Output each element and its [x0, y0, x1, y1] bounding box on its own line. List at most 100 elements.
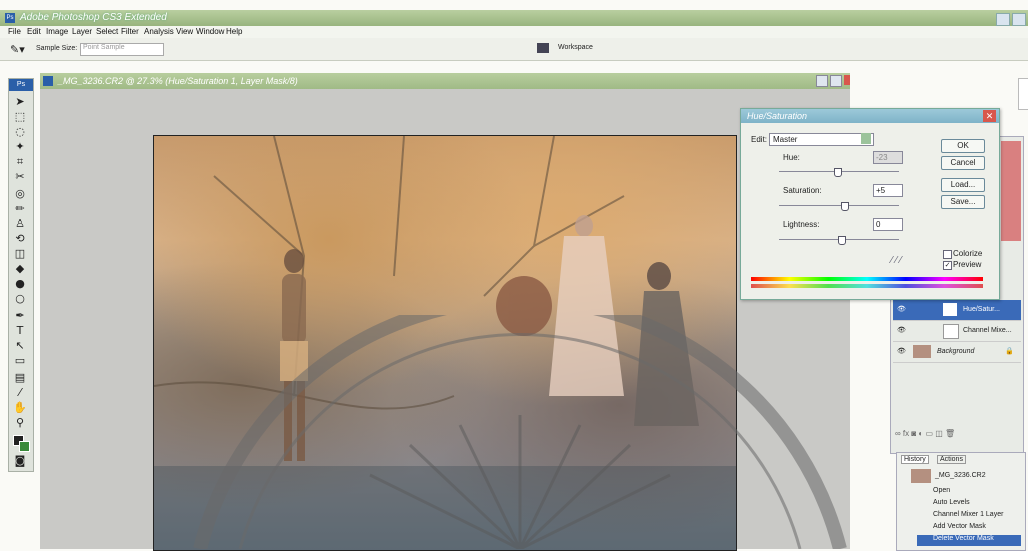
workspace-icon	[537, 43, 549, 53]
notes-tool-icon[interactable]: ▤	[12, 371, 28, 384]
minimize-button[interactable]	[996, 13, 1010, 26]
shape-tool-icon[interactable]: ▭	[12, 354, 28, 367]
document-title-bar: _MG_3236.CR2 @ 27.3% (Hue/Saturation 1, …	[40, 73, 850, 89]
doc-maximize-button[interactable]	[830, 75, 842, 87]
preview-checkbox[interactable]: ✓	[943, 261, 952, 270]
history-item[interactable]: Open	[917, 487, 1021, 498]
magic-wand-tool-icon[interactable]: ✦	[12, 140, 28, 153]
photoshop-logo: Ps	[9, 79, 33, 91]
document-title: _MG_3236.CR2 @ 27.3% (Hue/Saturation 1, …	[58, 76, 298, 86]
pen-tool-icon[interactable]: ✒	[12, 309, 28, 322]
quick-mask-icon[interactable]: ◙	[12, 454, 28, 467]
path-selection-icon[interactable]: ↖	[12, 339, 28, 352]
menu-edit[interactable]: Edit	[27, 27, 41, 36]
watermark-seal	[193, 315, 847, 549]
cancel-button[interactable]: Cancel	[941, 156, 985, 170]
layers-panel-footer-icons[interactable]: ∞ fx ◙ ◐ ▭ ◫ 🗑	[895, 429, 955, 438]
menu-filter[interactable]: Filter	[121, 27, 139, 36]
hand-tool-icon[interactable]: ✋	[12, 401, 28, 414]
saturation-slider-knob[interactable]	[841, 202, 849, 211]
menu-analysis[interactable]: Analysis	[144, 27, 174, 36]
workspace-menu[interactable]: Workspace	[558, 44, 593, 51]
edit-select[interactable]: Master	[769, 133, 874, 146]
history-brush-icon[interactable]: ⟲	[12, 232, 28, 245]
eye-icon[interactable]: 👁	[897, 305, 906, 313]
document-icon	[43, 76, 53, 86]
lock-icon: 🔒	[1005, 348, 1014, 355]
eye-icon[interactable]: 👁	[897, 347, 906, 355]
app-title-bar: Ps Adobe Photoshop CS3 Extended	[0, 10, 1028, 26]
hue-label: Hue:	[783, 153, 800, 162]
save-button[interactable]: Save...	[941, 195, 985, 209]
dodge-tool-icon[interactable]: ○	[12, 292, 28, 305]
layer-name: Channel Mixe...	[963, 327, 1012, 334]
layer-row-hue-saturation[interactable]: 👁 Hue/Satur...	[893, 300, 1021, 321]
edit-label: Edit:	[751, 135, 768, 144]
menu-layer[interactable]: Layer	[72, 27, 92, 36]
eyedropper-icon[interactable]: ✎▾	[10, 43, 25, 56]
dialog-title-bar: Hue/Saturation ✕	[741, 109, 999, 123]
saturation-field[interactable]: +5	[873, 184, 903, 197]
slice-tool-icon[interactable]: ✂	[12, 170, 28, 183]
doc-minimize-button[interactable]	[816, 75, 828, 87]
layer-name: Background	[937, 348, 975, 355]
history-item-selected[interactable]: Delete Vector Mask	[917, 535, 1021, 546]
dialog-title: Hue/Saturation	[747, 111, 808, 121]
layer-row-background[interactable]: 👁 Background 🔒	[893, 342, 1021, 363]
eraser-tool-icon[interactable]: ◫	[12, 247, 28, 260]
colorize-checkbox[interactable]	[943, 250, 952, 259]
sample-size-select[interactable]: Point Sample	[80, 43, 164, 56]
lightness-slider-knob[interactable]	[838, 236, 846, 245]
menu-view[interactable]: View	[176, 27, 193, 36]
hue-saturation-dialog: Hue/Saturation ✕ Edit: Master Hue: -23 S…	[740, 108, 1000, 300]
paint-bucket-icon[interactable]: ◆	[12, 262, 28, 275]
close-window-button[interactable]	[1012, 13, 1026, 26]
eyedropper-tool-icon[interactable]: ⁄	[12, 386, 28, 399]
history-item[interactable]: Add Vector Mask	[917, 523, 1021, 534]
menu-select[interactable]: Select	[96, 27, 118, 36]
blur-tool-icon[interactable]: ●	[12, 277, 28, 290]
healing-brush-icon[interactable]: ◎	[12, 187, 28, 200]
snapshot-thumb	[911, 469, 931, 483]
navigator-strip[interactable]	[1018, 78, 1028, 110]
history-snapshot[interactable]: _MG_3236.CR2	[935, 472, 986, 479]
type-tool-icon[interactable]: T	[12, 324, 28, 337]
layer-thumb	[913, 345, 931, 358]
move-tool-icon[interactable]: ➤	[12, 95, 28, 108]
tab-actions[interactable]: Actions	[937, 455, 966, 464]
menu-bar: File Edit Image Layer Select Filter Anal…	[0, 26, 1028, 38]
dialog-close-button[interactable]: ✕	[983, 110, 996, 122]
doc-close-button[interactable]	[844, 75, 850, 85]
photoshop-app-icon: Ps	[5, 13, 15, 23]
eye-icon[interactable]: 👁	[897, 326, 906, 334]
lightness-field[interactable]: 0	[873, 218, 903, 231]
history-item[interactable]: Auto Levels	[917, 499, 1021, 510]
app-title: Adobe Photoshop CS3 Extended	[20, 12, 167, 23]
load-button[interactable]: Load...	[941, 178, 985, 192]
menu-help[interactable]: Help	[226, 27, 242, 36]
saturation-slider-track[interactable]	[779, 205, 899, 206]
sample-size-label: Sample Size:	[36, 45, 78, 52]
history-item[interactable]: Channel Mixer 1 Layer	[917, 511, 1021, 522]
menu-file[interactable]: File	[8, 27, 21, 36]
menu-window[interactable]: Window	[196, 27, 224, 36]
clone-stamp-icon[interactable]: ♙	[12, 217, 28, 230]
hue-slider-knob[interactable]	[834, 168, 842, 177]
lasso-tool-icon[interactable]: ◌	[12, 125, 28, 138]
background-color-swatch[interactable]	[19, 441, 30, 452]
ok-button[interactable]: OK	[941, 139, 985, 153]
brush-tool-icon[interactable]: ✏	[12, 202, 28, 215]
crop-tool-icon[interactable]: ⌗	[12, 155, 28, 168]
eyedropper-icons[interactable]: ⁄ ⁄ ⁄	[891, 255, 902, 266]
layer-mask-thumb	[943, 303, 957, 316]
layer-row-channel-mixer[interactable]: 👁 Channel Mixe...	[893, 321, 1021, 342]
zoom-tool-icon[interactable]: ⚲	[12, 416, 28, 429]
menu-image[interactable]: Image	[46, 27, 68, 36]
tab-history[interactable]: History	[901, 455, 929, 464]
marquee-tool-icon[interactable]: ⬚	[12, 110, 28, 123]
hue-field[interactable]: -23	[873, 151, 903, 164]
chevron-down-icon[interactable]	[861, 133, 871, 144]
layer-preview-thumb	[1001, 141, 1021, 241]
tools-panel: Ps ➤ ⬚ ◌ ✦ ⌗ ✂ ◎ ✏ ♙ ⟲ ◫ ◆ ● ○ ✒ T ↖ ▭ ▤…	[8, 78, 34, 472]
hue-spectrum-bar	[751, 277, 983, 281]
